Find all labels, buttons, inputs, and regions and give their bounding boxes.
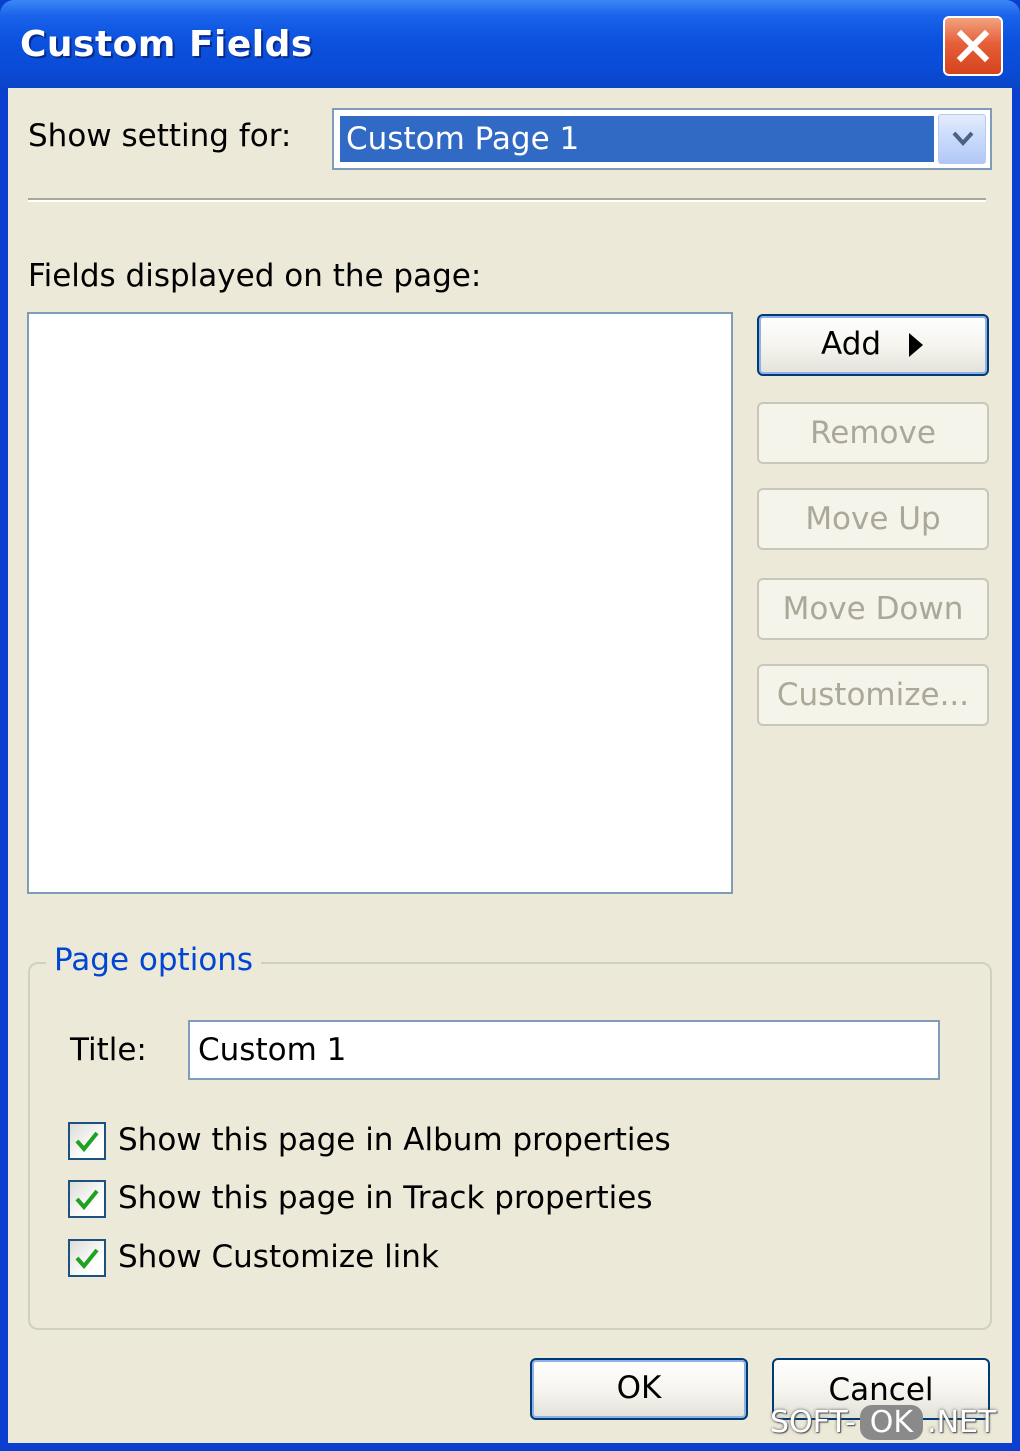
watermark-left: SOFT- (770, 1405, 856, 1440)
move-up-button[interactable]: Move Up (757, 488, 989, 550)
add-button[interactable]: Add (757, 314, 989, 376)
track-properties-checkbox[interactable] (68, 1180, 106, 1218)
move-down-button[interactable]: Move Down (757, 578, 989, 640)
triangle-right-icon (908, 333, 923, 357)
customize-button[interactable]: Customize... (757, 664, 989, 726)
show-setting-label: Show setting for: (28, 118, 292, 154)
watermark-right: .NET (927, 1405, 997, 1440)
add-button-label: Add (821, 326, 882, 362)
customize-button-label: Customize... (776, 677, 970, 713)
show-setting-selected-value: Custom Page 1 (340, 116, 934, 162)
move-up-button-label: Move Up (805, 501, 941, 537)
customize-link-label[interactable]: Show Customize link (118, 1239, 439, 1275)
watermark-middle: OK (859, 1405, 924, 1440)
fields-listbox[interactable] (27, 312, 733, 894)
title-bar[interactable]: Custom Fields (0, 0, 1020, 88)
ok-button[interactable]: OK (530, 1358, 748, 1420)
chevron-down-icon (952, 131, 974, 146)
separator-line (28, 198, 986, 202)
checkmark-icon (75, 1189, 99, 1211)
dropdown-button[interactable] (938, 114, 986, 164)
page-options-legend: Page options (46, 942, 262, 978)
ok-button-label: OK (616, 1370, 662, 1406)
show-setting-dropdown[interactable]: Custom Page 1 (332, 108, 992, 170)
title-input[interactable]: Custom 1 (188, 1020, 940, 1080)
custom-fields-dialog: Custom Fields Show setting for: Custom P… (0, 0, 1020, 1451)
remove-button[interactable]: Remove (757, 402, 989, 464)
title-label: Title: (70, 1032, 147, 1068)
move-down-button-label: Move Down (782, 591, 964, 627)
close-button[interactable] (943, 16, 1003, 76)
album-properties-checkbox[interactable] (68, 1122, 106, 1160)
watermark: SOFT- OK .NET (770, 1405, 1014, 1449)
album-properties-label[interactable]: Show this page in Album properties (118, 1122, 671, 1158)
customize-link-checkbox[interactable] (68, 1239, 106, 1277)
checkmark-icon (75, 1248, 99, 1270)
fields-label: Fields displayed on the page: (28, 258, 482, 294)
close-icon (956, 29, 990, 63)
remove-button-label: Remove (810, 415, 936, 451)
checkmark-icon (75, 1131, 99, 1153)
track-properties-label[interactable]: Show this page in Track properties (118, 1180, 652, 1216)
window-title: Custom Fields (20, 24, 313, 65)
